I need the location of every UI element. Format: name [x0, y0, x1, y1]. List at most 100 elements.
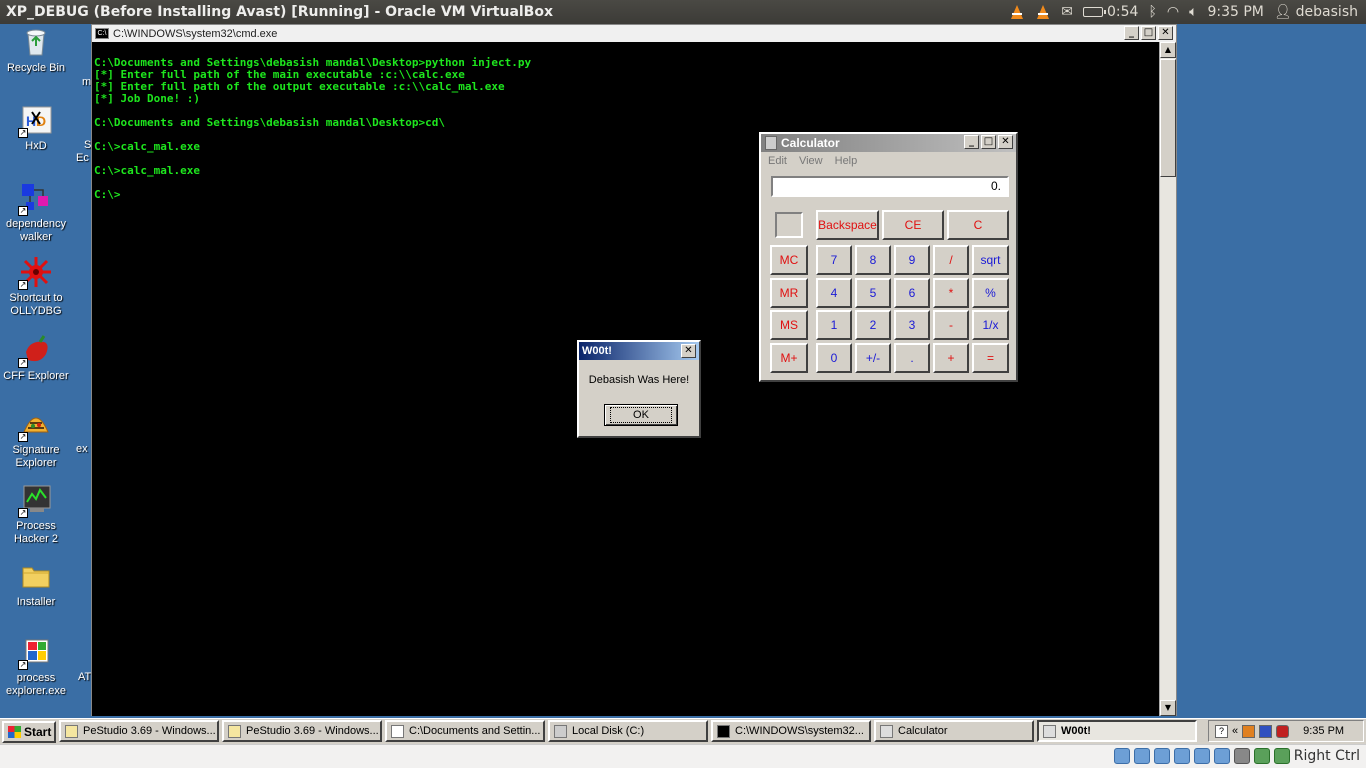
- battery-time: 0:54: [1106, 4, 1139, 20]
- floppy-icon[interactable]: [1133, 748, 1150, 764]
- digit-1-button[interactable]: 1: [816, 310, 852, 340]
- scroll-up-arrow-icon[interactable]: ▲: [1160, 42, 1176, 58]
- memory-add-button[interactable]: M+: [770, 343, 808, 373]
- desktop-icon-signature-explorer[interactable]: ↗ Signature Explorer: [0, 408, 72, 470]
- digit-0-button[interactable]: 0: [816, 343, 852, 373]
- scroll-thumb[interactable]: [1160, 59, 1176, 177]
- host-user-menu[interactable]: 👤︎ debasish: [1274, 4, 1358, 20]
- optical-drive-icon[interactable]: [1153, 748, 1170, 764]
- menu-view[interactable]: View: [799, 155, 823, 167]
- volume-icon[interactable]: 🔈︎: [1189, 4, 1197, 20]
- digit-7-button[interactable]: 7: [816, 245, 852, 275]
- close-button[interactable]: ✕: [998, 135, 1013, 149]
- host-clock[interactable]: 9:35 PM: [1207, 4, 1263, 20]
- equals-button[interactable]: =: [972, 343, 1009, 373]
- memory-clear-button[interactable]: MC: [770, 245, 808, 275]
- desktop-icon-recycle-bin[interactable]: Recycle Bin: [0, 26, 72, 75]
- clear-button[interactable]: C: [947, 210, 1009, 240]
- memory-recall-button[interactable]: MR: [770, 278, 808, 308]
- digit-8-button[interactable]: 8: [855, 245, 891, 275]
- mail-icon[interactable]: ✉: [1061, 4, 1073, 20]
- shared-folder-icon[interactable]: [1213, 748, 1230, 764]
- percent-button[interactable]: %: [972, 278, 1009, 308]
- clear-entry-button[interactable]: CE: [882, 210, 944, 240]
- hxd-icon: HD ↗: [18, 104, 52, 138]
- guest-clock[interactable]: 9:35 PM: [1303, 725, 1344, 737]
- virtualization-icon[interactable]: [1253, 748, 1270, 764]
- woot-message-box[interactable]: W00t! ✕ Debasish Was Here! OK: [577, 340, 701, 438]
- subtract-button[interactable]: -: [933, 310, 969, 340]
- calculator-window[interactable]: Calculator _ □ ✕ Edit View Help 0. Backs…: [759, 132, 1018, 382]
- desktop-icon-process-explorer[interactable]: ↗ process explorer.exe: [0, 636, 72, 698]
- battery-indicator[interactable]: 0:54: [1082, 4, 1139, 20]
- close-button[interactable]: ✕: [681, 344, 696, 358]
- wifi-icon[interactable]: ◠: [1167, 4, 1179, 20]
- cmd-scrollbar[interactable]: ▲ ▼: [1159, 42, 1176, 716]
- taskbar-item-local-disk[interactable]: Local Disk (C:): [548, 720, 708, 742]
- desktop-icon-ollydbg[interactable]: ↗ Shortcut to OLLYDBG: [0, 256, 72, 318]
- calculator-title-bar[interactable]: Calculator _ □ ✕: [761, 134, 1016, 152]
- taskbar-item-pestudio-1[interactable]: PeStudio 3.69 - Windows...: [59, 720, 219, 742]
- network-icon[interactable]: [1259, 724, 1273, 738]
- mouse-integration-icon[interactable]: [1273, 748, 1290, 764]
- capture-icon[interactable]: [1233, 748, 1250, 764]
- digit-6-button[interactable]: 6: [894, 278, 930, 308]
- taskbar-item-calculator[interactable]: Calculator: [874, 720, 1034, 742]
- menu-help[interactable]: Help: [835, 155, 858, 167]
- desktop-icon-installer[interactable]: Installer: [0, 560, 72, 609]
- console-line: C:\Documents and Settings\debasish manda…: [94, 116, 445, 129]
- start-button[interactable]: Start: [2, 720, 56, 743]
- security-shield-icon[interactable]: [1276, 724, 1290, 738]
- desktop-icon-process-hacker[interactable]: ↗ Process Hacker 2: [0, 484, 72, 546]
- menu-edit[interactable]: Edit: [768, 155, 787, 167]
- reciprocal-button[interactable]: 1/x: [972, 310, 1009, 340]
- network-adapter-icon[interactable]: [1173, 748, 1190, 764]
- decimal-button[interactable]: .: [894, 343, 930, 373]
- woot-title: W00t!: [582, 345, 612, 357]
- guest-desktop-right: [1181, 24, 1366, 744]
- digit-3-button[interactable]: 3: [894, 310, 930, 340]
- multiply-button[interactable]: *: [933, 278, 969, 308]
- backspace-button[interactable]: Backspace: [816, 210, 879, 240]
- guest-system-tray: ? « 9:35 PM: [1208, 720, 1364, 742]
- host-key-label: Right Ctrl: [1293, 748, 1360, 764]
- desktop-icon-hxd[interactable]: HD ↗ HxD: [0, 104, 72, 153]
- cmd-title-bar[interactable]: C:\ C:\WINDOWS\system32\cmd.exe _ □ ✕: [92, 25, 1176, 42]
- close-button[interactable]: ✕: [1158, 26, 1173, 40]
- help-icon[interactable]: ?: [1215, 724, 1228, 738]
- digit-4-button[interactable]: 4: [816, 278, 852, 308]
- tray-expand-icon[interactable]: «: [1232, 725, 1238, 737]
- sign-toggle-button[interactable]: +/-: [855, 343, 891, 373]
- vlc-icon[interactable]: [1035, 4, 1051, 20]
- memory-store-button[interactable]: MS: [770, 310, 808, 340]
- digit-9-button[interactable]: 9: [894, 245, 930, 275]
- dependency-walker-icon: ↗: [18, 182, 52, 216]
- sqrt-button[interactable]: sqrt: [972, 245, 1009, 275]
- taskbar-item-documents[interactable]: C:\Documents and Settin...: [385, 720, 545, 742]
- minimize-button[interactable]: _: [1124, 26, 1139, 40]
- add-button[interactable]: +: [933, 343, 969, 373]
- taskbar-item-cmd[interactable]: C:\WINDOWS\system32...: [711, 720, 871, 742]
- scroll-down-arrow-icon[interactable]: ▼: [1160, 700, 1176, 716]
- desktop-icon-dependency-walker[interactable]: ↗ dependency walker: [0, 182, 72, 244]
- taskbar-item-woot[interactable]: W00t!: [1037, 720, 1197, 742]
- bluetooth-icon[interactable]: ᛒ: [1148, 4, 1156, 20]
- taskbar-item-pestudio-2[interactable]: PeStudio 3.69 - Windows...: [222, 720, 382, 742]
- cmd-title: C:\WINDOWS\system32\cmd.exe: [113, 27, 278, 40]
- digit-2-button[interactable]: 2: [855, 310, 891, 340]
- disk-icon[interactable]: [1113, 748, 1130, 764]
- minimize-button[interactable]: _: [964, 135, 979, 149]
- desktop-icon-cff-explorer[interactable]: ↗ CFF Explorer: [0, 334, 72, 383]
- maximize-button[interactable]: □: [1141, 26, 1156, 40]
- process-hacker-icon: ↗: [18, 484, 52, 518]
- divide-button[interactable]: /: [933, 245, 969, 275]
- digit-5-button[interactable]: 5: [855, 278, 891, 308]
- signature-explorer-icon: ↗: [18, 408, 52, 442]
- calculator-title: Calculator: [781, 136, 840, 150]
- vlc-icon[interactable]: [1009, 4, 1025, 20]
- tray-app-icon[interactable]: [1242, 724, 1256, 738]
- maximize-button[interactable]: □: [981, 135, 996, 149]
- ok-button[interactable]: OK: [604, 404, 678, 426]
- usb-icon[interactable]: [1193, 748, 1210, 764]
- woot-title-bar[interactable]: W00t! ✕: [579, 342, 699, 360]
